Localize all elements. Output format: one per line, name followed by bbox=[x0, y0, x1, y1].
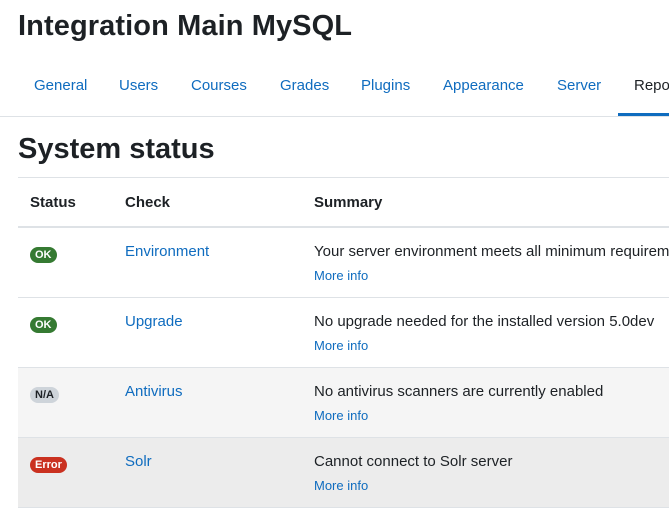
tab-appearance[interactable]: Appearance bbox=[443, 60, 524, 116]
table-header: Status Check Summary bbox=[18, 178, 669, 228]
system-status-table: Status Check Summary OK Environment Your… bbox=[18, 177, 669, 508]
table-row: Error Solr Cannot connect to Solr server… bbox=[18, 438, 669, 508]
more-info-link[interactable]: More info bbox=[314, 268, 368, 283]
header-status: Status bbox=[30, 194, 76, 211]
summary-text: No upgrade needed for the installed vers… bbox=[314, 313, 655, 330]
site-title: Integration Main MySQL bbox=[18, 10, 353, 42]
status-badge-error: Error bbox=[30, 457, 67, 473]
page-title: System status bbox=[18, 133, 215, 165]
status-badge-na: N/A bbox=[30, 387, 59, 403]
more-info-link[interactable]: More info bbox=[314, 408, 368, 423]
tab-plugins[interactable]: Plugins bbox=[361, 60, 410, 116]
check-link-environment[interactable]: Environment bbox=[125, 243, 209, 260]
status-badge-ok: OK bbox=[30, 317, 57, 333]
check-link-solr[interactable]: Solr bbox=[125, 453, 152, 470]
tab-server[interactable]: Server bbox=[557, 60, 601, 116]
more-info-link[interactable]: More info bbox=[314, 478, 368, 493]
table-row: N/A Antivirus No antivirus scanners are … bbox=[18, 368, 669, 438]
status-badge-ok: OK bbox=[30, 247, 57, 263]
tab-reports[interactable]: Reports bbox=[618, 60, 669, 116]
check-link-antivirus[interactable]: Antivirus bbox=[125, 383, 183, 400]
table-row: OK Environment Your server environment m… bbox=[18, 228, 669, 298]
tab-courses[interactable]: Courses bbox=[191, 60, 247, 116]
tab-general[interactable]: General bbox=[34, 60, 87, 116]
admin-nav-tabs: General Users Courses Grades Plugins App… bbox=[0, 60, 669, 117]
summary-text: No antivirus scanners are currently enab… bbox=[314, 383, 604, 400]
tab-users[interactable]: Users bbox=[119, 60, 158, 116]
check-link-upgrade[interactable]: Upgrade bbox=[125, 313, 183, 330]
header-check: Check bbox=[125, 194, 171, 211]
summary-text: Cannot connect to Solr server bbox=[314, 453, 513, 470]
summary-text: Your server environment meets all minimu… bbox=[314, 243, 669, 260]
more-info-link[interactable]: More info bbox=[314, 338, 368, 353]
table-row: OK Upgrade No upgrade needed for the ins… bbox=[18, 298, 669, 368]
header-summary: Summary bbox=[314, 194, 383, 211]
tab-grades[interactable]: Grades bbox=[280, 60, 329, 116]
